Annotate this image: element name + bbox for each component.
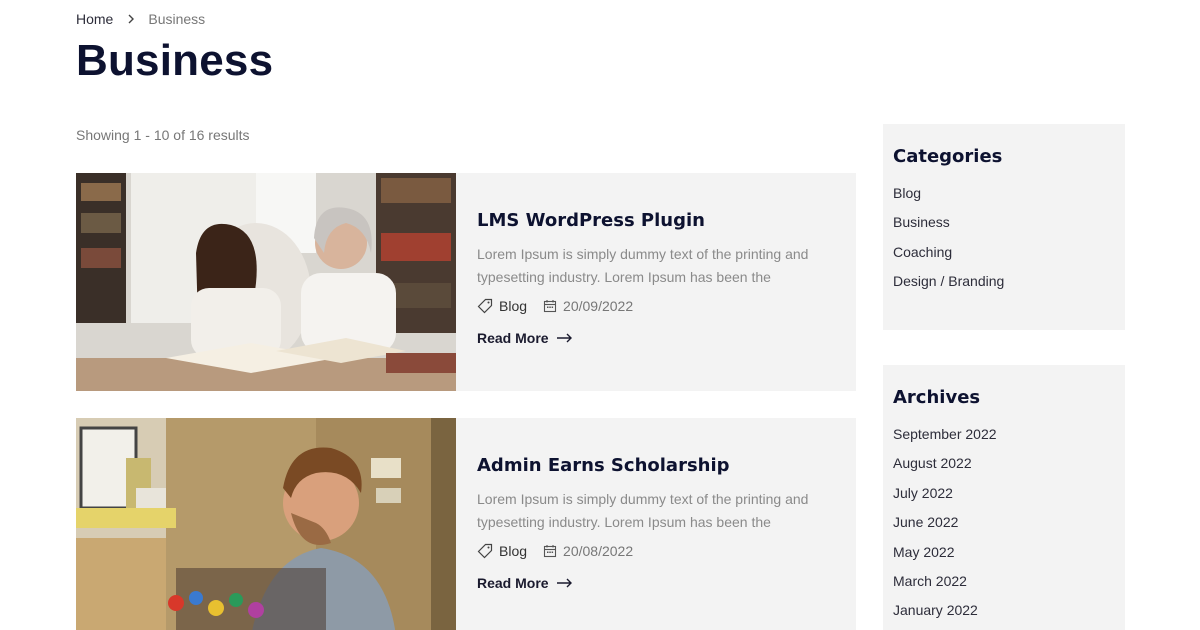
- breadcrumb-current: Business: [148, 11, 206, 27]
- post-excerpt: Lorem Ipsum is simply dummy text of the …: [477, 246, 809, 285]
- read-more-link[interactable]: Read More: [477, 575, 573, 591]
- post-date-text: 20/09/2022: [563, 298, 634, 314]
- category-item: Design / Branding: [893, 273, 1115, 302]
- calendar-icon: [543, 545, 557, 558]
- archives-title: Archives: [893, 387, 981, 408]
- category-link-design-branding[interactable]: Design / Branding: [893, 273, 1004, 289]
- post-category-label: Blog: [499, 543, 528, 559]
- calendar-icon: [543, 300, 557, 313]
- archives-widget: Archives September 2022 August 2022 July…: [883, 365, 1125, 630]
- archive-item: March 2022: [893, 573, 1115, 602]
- category-link-business[interactable]: Business: [893, 214, 950, 230]
- post-title[interactable]: Admin Earns Scholarship: [477, 455, 837, 476]
- categories-list: Blog Business Coaching Design / Branding: [893, 185, 1115, 303]
- archive-item: January 2022: [893, 602, 1115, 630]
- post-category-label: Blog: [499, 298, 528, 314]
- breadcrumb-home-link[interactable]: Home: [76, 11, 113, 27]
- students-studying-photo: [76, 173, 456, 391]
- archive-item: May 2022: [893, 544, 1115, 573]
- read-more-label: Read More: [477, 330, 549, 346]
- post-excerpt: Lorem Ipsum is simply dummy text of the …: [477, 491, 809, 530]
- post-date: 20/08/2022: [543, 543, 633, 559]
- archive-item: August 2022: [893, 455, 1115, 484]
- post-card: Admin Earns Scholarship Lorem Ipsum is s…: [76, 418, 856, 630]
- archive-link-july-2022[interactable]: July 2022: [893, 485, 953, 501]
- tag-icon: [477, 543, 493, 559]
- post-title[interactable]: LMS WordPress Plugin: [477, 210, 837, 231]
- post-category-link[interactable]: Blog: [477, 298, 527, 314]
- read-more-label: Read More: [477, 575, 549, 591]
- arrow-right-icon: [556, 333, 572, 343]
- man-working-photo: [76, 418, 456, 630]
- archives-list: September 2022 August 2022 July 2022 Jun…: [893, 426, 1115, 630]
- page: Home Business Business Showing 1 - 10 of…: [0, 0, 1200, 630]
- archive-link-june-2022[interactable]: June 2022: [893, 514, 958, 530]
- results-count: Showing 1 - 10 of 16 results: [76, 127, 250, 143]
- categories-title: Categories: [893, 146, 1003, 167]
- archive-link-january-2022[interactable]: January 2022: [893, 602, 978, 618]
- arrow-right-icon: [556, 578, 572, 588]
- post-meta: Blog 20/09/2022: [477, 298, 837, 314]
- breadcrumb: Home Business: [76, 11, 205, 27]
- page-title: Business: [76, 36, 274, 85]
- read-more-link[interactable]: Read More: [477, 330, 573, 346]
- post-date: 20/09/2022: [543, 298, 633, 314]
- archive-link-september-2022[interactable]: September 2022: [893, 426, 997, 442]
- category-item: Business: [893, 214, 1115, 243]
- post-date-text: 20/08/2022: [563, 543, 634, 559]
- category-link-blog[interactable]: Blog: [893, 185, 921, 201]
- post-category-link[interactable]: Blog: [477, 543, 527, 559]
- post-thumbnail[interactable]: [76, 418, 456, 630]
- category-item: Coaching: [893, 244, 1115, 273]
- archive-link-may-2022[interactable]: May 2022: [893, 544, 954, 560]
- post-thumbnail[interactable]: [76, 173, 456, 391]
- category-link-coaching[interactable]: Coaching: [893, 244, 952, 260]
- archive-link-august-2022[interactable]: August 2022: [893, 455, 972, 471]
- chevron-right-icon: [127, 14, 135, 24]
- archive-link-march-2022[interactable]: March 2022: [893, 573, 967, 589]
- categories-widget: Categories Blog Business Coaching Design…: [883, 124, 1125, 330]
- archive-item: September 2022: [893, 426, 1115, 455]
- tag-icon: [477, 298, 493, 314]
- archive-item: June 2022: [893, 514, 1115, 543]
- post-meta: Blog 20/08/2022: [477, 543, 837, 559]
- category-item: Blog: [893, 185, 1115, 214]
- archive-item: July 2022: [893, 485, 1115, 514]
- post-card: LMS WordPress Plugin Lorem Ipsum is simp…: [76, 173, 856, 391]
